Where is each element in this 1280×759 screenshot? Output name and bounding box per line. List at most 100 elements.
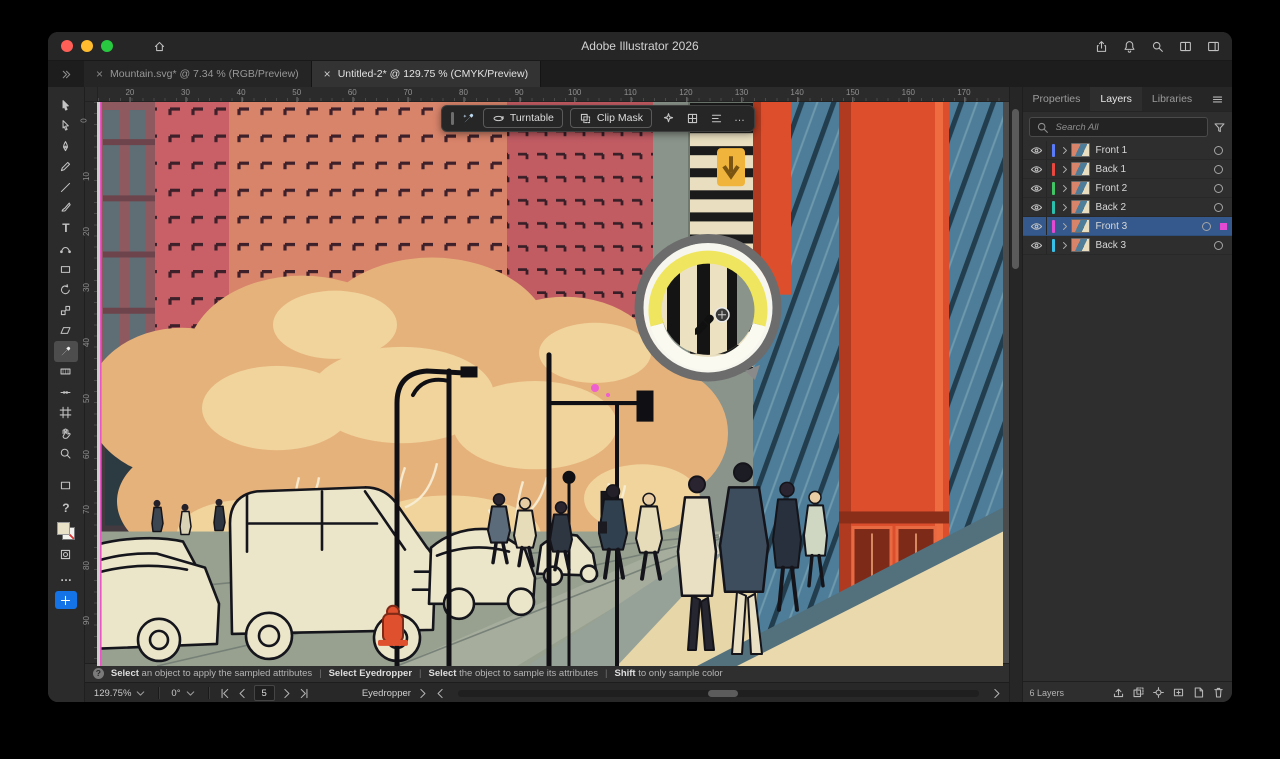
gradient-tool[interactable] (54, 362, 78, 383)
titlebar[interactable]: Adobe Illustrator 2026 (48, 32, 1232, 61)
workspace-icon[interactable] (1179, 40, 1192, 53)
rectangle-tool[interactable] (54, 259, 78, 280)
expand-chevron-icon[interactable] (1059, 239, 1071, 252)
align-icon[interactable] (710, 112, 723, 125)
visibility-eye-icon[interactable] (1028, 236, 1047, 254)
vertical-scrollbar[interactable] (1009, 87, 1022, 702)
more-icon[interactable]: … (54, 568, 78, 586)
panel-menu-icon[interactable] (1203, 87, 1232, 111)
next-artboard-button[interactable] (280, 687, 293, 700)
eyedropper-tool[interactable] (54, 341, 78, 362)
share-icon[interactable] (1095, 40, 1108, 53)
pencil-tool[interactable] (54, 157, 78, 178)
layer-target-circle[interactable] (1214, 146, 1223, 155)
more-icon[interactable]: … (734, 112, 745, 124)
layer-thumbnail[interactable] (1071, 238, 1090, 252)
layer-row[interactable]: Front 1 (1023, 141, 1232, 160)
horizontal-scroll-thumb[interactable] (708, 690, 738, 697)
contextual-taskbar[interactable]: Turntable Clip Mask … (441, 105, 755, 132)
collect-export-icon[interactable] (1112, 686, 1125, 699)
layer-row[interactable]: Back 3 (1023, 236, 1232, 255)
layer-thumbnail[interactable] (1071, 143, 1090, 157)
type-tool[interactable]: T (54, 218, 78, 239)
swatches-widget[interactable] (54, 522, 78, 540)
artwork-city-illustration[interactable] (97, 102, 1003, 666)
status-flyout-icon[interactable] (416, 687, 429, 700)
panel-tab-layers[interactable]: Layers (1090, 87, 1142, 111)
visibility-eye-icon[interactable] (1028, 141, 1047, 159)
panel-collapse-icon[interactable] (48, 61, 84, 87)
help-icon[interactable]: ? (54, 499, 78, 517)
layer-thumbnail[interactable] (1071, 181, 1090, 195)
search-box[interactable] (1029, 117, 1208, 137)
draw-mode-icon[interactable] (54, 545, 78, 563)
line-segment-tool[interactable] (54, 177, 78, 198)
layer-target-circle[interactable] (1202, 222, 1211, 231)
panels-icon[interactable] (1207, 40, 1220, 53)
paintbrush-tool[interactable] (54, 198, 78, 219)
horizontal-scrollbar[interactable] (458, 690, 979, 697)
new-sublayer-icon[interactable] (1172, 686, 1185, 699)
drag-handle[interactable] (451, 112, 454, 125)
layer-target-circle[interactable] (1214, 241, 1223, 250)
vertical-scroll-thumb[interactable] (1012, 109, 1019, 269)
filter-icon[interactable] (1213, 121, 1226, 134)
expand-chevron-icon[interactable] (1059, 182, 1071, 195)
artboard-number-input[interactable]: 5 (254, 685, 275, 701)
layer-thumbnail[interactable] (1071, 200, 1090, 214)
ruler-corner[interactable] (85, 87, 98, 101)
layer-row[interactable]: Front 3 (1023, 217, 1232, 236)
help-badge-icon[interactable]: ? (93, 668, 104, 679)
clip-mask-button[interactable]: Clip Mask (570, 108, 652, 128)
scroll-left-icon[interactable] (434, 687, 447, 700)
turntable-button[interactable]: Turntable (483, 108, 563, 128)
layer-row[interactable]: Front 2 (1023, 179, 1232, 198)
rotate-tool[interactable] (54, 280, 78, 301)
screen-proxy-icon[interactable] (54, 476, 78, 494)
artboard-tool[interactable] (54, 403, 78, 424)
rotation-control[interactable]: 0° (168, 687, 199, 700)
horizontal-ruler[interactable]: 2030405060708090100110120130140150160170 (98, 87, 1009, 101)
layer-target-circle[interactable] (1214, 165, 1223, 174)
sample-eyedropper-icon[interactable] (462, 112, 475, 125)
grid-icon[interactable] (686, 112, 699, 125)
visibility-eye-icon[interactable] (1028, 198, 1047, 216)
scale-tool[interactable] (54, 300, 78, 321)
locate-icon[interactable] (1152, 686, 1165, 699)
expand-chevron-icon[interactable] (1059, 144, 1071, 157)
visibility-eye-icon[interactable] (1028, 160, 1047, 178)
width-tool[interactable] (54, 382, 78, 403)
artboard[interactable]: Turntable Clip Mask … (97, 102, 1003, 666)
search-input[interactable] (1054, 121, 1201, 134)
expand-chevron-icon[interactable] (1059, 201, 1071, 214)
bell-icon[interactable] (1123, 40, 1136, 53)
hand-tool[interactable] (54, 423, 78, 444)
layer-thumbnail[interactable] (1071, 219, 1090, 233)
delete-icon[interactable] (1212, 686, 1225, 699)
shear-tool[interactable] (54, 321, 78, 342)
first-artboard-button[interactable] (218, 687, 231, 700)
clipping-mask-icon[interactable] (1132, 686, 1145, 699)
pen-tool[interactable] (54, 136, 78, 157)
close-tab-icon[interactable]: × (324, 67, 331, 81)
last-artboard-button[interactable] (298, 687, 311, 700)
document-tab[interactable]: ×Mountain.svg* @ 7.34 % (RGB/Preview) (84, 61, 312, 87)
visibility-eye-icon[interactable] (1028, 217, 1047, 235)
zoom-tool[interactable] (54, 444, 78, 465)
curvature-tool[interactable] (54, 239, 78, 260)
panel-tab-libraries[interactable]: Libraries (1142, 87, 1202, 111)
document-tab[interactable]: ×Untitled-2* @ 129.75 % (CMYK/Preview) (312, 61, 541, 87)
edit-toolbar-button[interactable] (55, 591, 77, 609)
selection-tool[interactable] (54, 95, 78, 116)
direct-selection-tool[interactable] (54, 116, 78, 137)
layer-thumbnail[interactable] (1071, 162, 1090, 176)
search-icon[interactable] (1151, 40, 1164, 53)
new-layer-icon[interactable] (1192, 686, 1205, 699)
layer-row[interactable]: Back 2 (1023, 198, 1232, 217)
layer-target-circle[interactable] (1214, 184, 1223, 193)
scroll-right-icon[interactable] (990, 687, 1003, 700)
panel-tab-properties[interactable]: Properties (1023, 87, 1091, 111)
close-tab-icon[interactable]: × (96, 67, 103, 81)
prev-artboard-button[interactable] (236, 687, 249, 700)
generate-icon[interactable] (662, 112, 675, 125)
